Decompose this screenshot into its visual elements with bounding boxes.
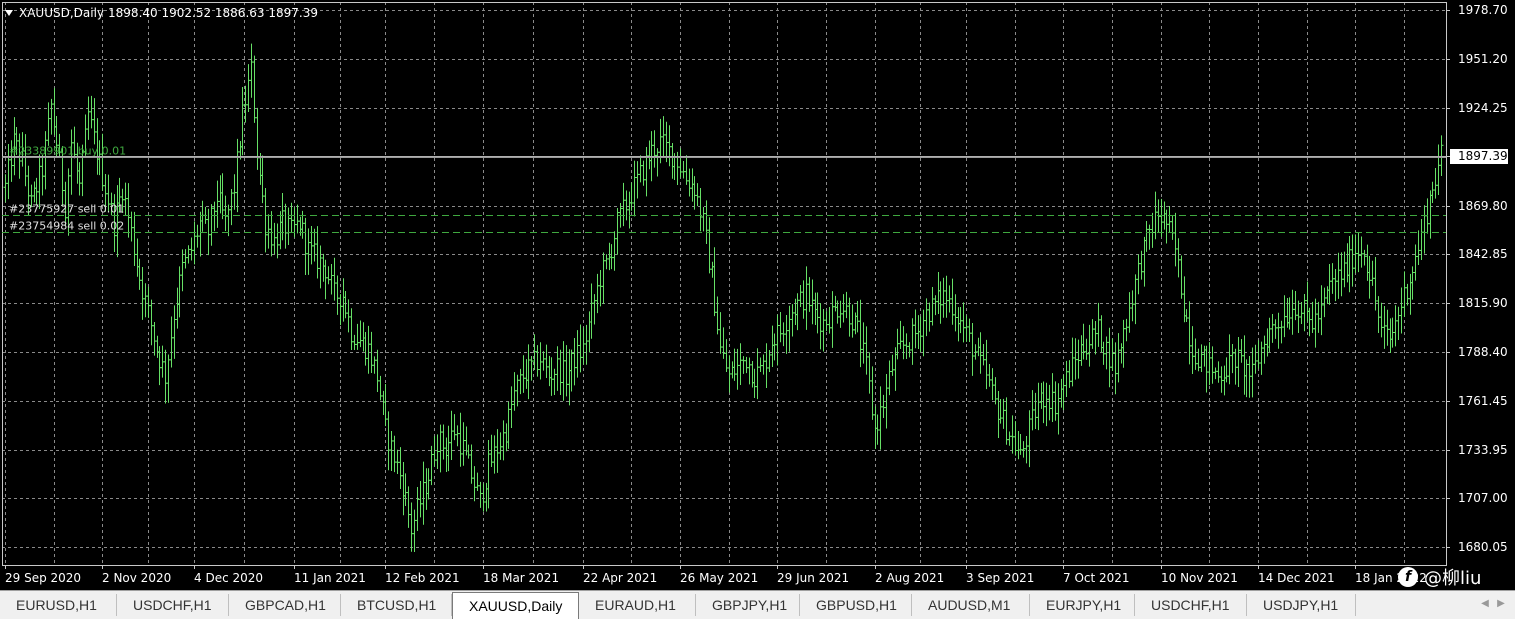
price-chart[interactable]: #23389901 buy 0.01 #23775927 sell 0.01 #23…	[0, 0, 1515, 590]
scroll-right-icon[interactable]: ▶	[1494, 597, 1508, 611]
symbol-tab-bar: EURUSD,H1 USDCHF,H1 GBPCAD,H1 BTCUSD,H1 …	[0, 590, 1515, 619]
y-tick-label: 1869.80	[1458, 199, 1508, 213]
order-label: #23389901 buy 0.01	[9, 145, 126, 158]
tab-xauusd-daily[interactable]: XAUUSD,Daily	[452, 592, 579, 619]
x-tick-label: 10 Nov 2021	[1161, 571, 1238, 585]
x-tick-label: 12 Feb 2021	[385, 571, 460, 585]
x-tick-label: 29 Sep 2020	[5, 571, 81, 585]
y-tick-label: 1951.20	[1458, 52, 1508, 66]
y-tick-label: 1761.45	[1458, 394, 1508, 408]
x-tick-label: 2 Aug 2021	[875, 571, 944, 585]
tab-usdchf-h1-2[interactable]: USDCHF,H1	[1135, 594, 1247, 616]
tab-gbpusd-h1[interactable]: GBPUSD,H1	[800, 594, 912, 616]
plot-frame	[2, 2, 1447, 566]
chart-ohlc: 1898.40 1902.52 1886.63 1897.39	[108, 6, 318, 20]
x-tick-label: 22 Apr 2021	[583, 571, 657, 585]
tab-eurjpy-h1[interactable]: EURJPY,H1	[1030, 594, 1135, 616]
y-tick-label: 1788.40	[1458, 345, 1508, 359]
y-tick-label: 1680.05	[1458, 540, 1508, 554]
tab-usdchf-h1[interactable]: USDCHF,H1	[117, 594, 229, 616]
y-tick-label: 1707.00	[1458, 491, 1508, 505]
watermark-logo-icon: f	[1398, 567, 1418, 587]
y-tick-label: 1815.90	[1458, 296, 1508, 310]
y-tick-label: 1978.70	[1458, 3, 1508, 17]
chart-canvas[interactable]: #23389901 buy 0.01 #23775927 sell 0.01 #23…	[0, 0, 1515, 590]
tab-gbpjpy-h1[interactable]: GBPJPY,H1	[696, 594, 800, 616]
tab-eurusd-h1[interactable]: EURUSD,H1	[0, 594, 117, 616]
y-tick-label: 1733.95	[1458, 443, 1508, 457]
order-label: #23754984 sell 0.02	[9, 220, 124, 233]
tab-usdjpy-h1[interactable]: USDJPY,H1	[1247, 594, 1356, 616]
current-price-label: 1897.39	[1458, 149, 1508, 163]
dropdown-triangle-icon[interactable]	[5, 10, 13, 16]
x-tick-label: 26 May 2021	[680, 571, 758, 585]
watermark: f @柳liu	[1398, 566, 1482, 589]
x-tick-label: 29 Jun 2021	[777, 571, 849, 585]
order-label: #23775927 sell 0.01	[9, 203, 124, 216]
scroll-left-icon[interactable]: ◀	[1478, 597, 1492, 611]
chart-header: XAUUSD,Daily 1898.40 1902.52 1886.63 189…	[5, 6, 318, 20]
x-tick-label: 11 Jan 2021	[294, 571, 366, 585]
y-tick-label: 1924.25	[1458, 101, 1508, 115]
x-tick-label: 4 Dec 2020	[194, 571, 263, 585]
chart-symbol: XAUUSD,Daily	[19, 6, 105, 20]
x-tick-label: 2 Nov 2020	[102, 571, 171, 585]
x-tick-label: 3 Sep 2021	[966, 571, 1034, 585]
x-tick-label: 18 Mar 2021	[483, 571, 559, 585]
x-tick-label: 14 Dec 2021	[1258, 571, 1335, 585]
x-tick-label: 7 Oct 2021	[1063, 571, 1130, 585]
watermark-text: @柳liu	[1424, 568, 1482, 589]
tab-audusd-m1[interactable]: AUDUSD,M1	[912, 594, 1030, 616]
tab-euraud-h1[interactable]: EURAUD,H1	[579, 594, 696, 616]
tab-gbpcad-h1[interactable]: GBPCAD,H1	[229, 594, 341, 616]
tab-btcusd-h1[interactable]: BTCUSD,H1	[341, 594, 452, 616]
y-tick-label: 1842.85	[1458, 247, 1508, 261]
